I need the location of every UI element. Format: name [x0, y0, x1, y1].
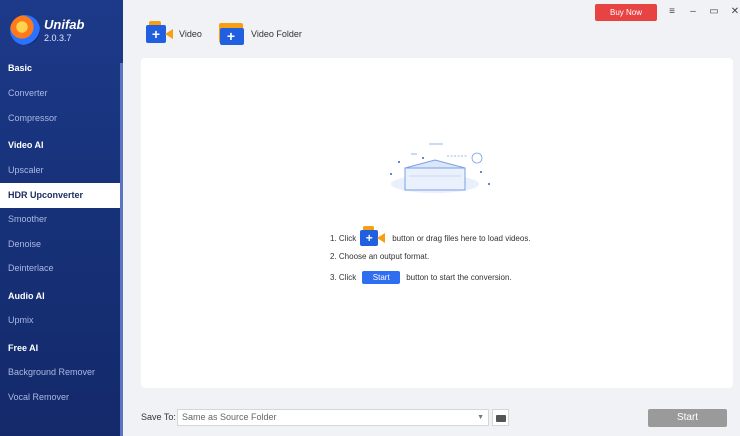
section-basic: Basic — [8, 63, 33, 73]
step1-prefix: 1. Click — [330, 233, 357, 243]
section-audio-ai: Audio AI — [8, 291, 45, 301]
menu-icon[interactable]: ≡ — [664, 4, 680, 20]
save-to-value: Same as Source Folder — [182, 412, 277, 422]
sidebar-item-background-remover[interactable]: Background Remover — [0, 360, 121, 385]
app-version: 2.0.3.7 — [44, 33, 72, 43]
instruction-step-2: 2. Choose an output format. — [330, 252, 430, 261]
sidebar-item-upscaler[interactable]: Upscaler — [0, 158, 121, 183]
step1-suffix: button or drag files here to load videos… — [392, 233, 531, 243]
sidebar-scrollbar[interactable] — [120, 63, 123, 436]
save-to-label: Save To: — [141, 412, 176, 422]
instruction-step-3: 3. Click Start button to start the conve… — [330, 271, 512, 284]
step3-prefix: 3. Click — [330, 273, 357, 282]
sidebar-item-smoother[interactable]: Smoother — [0, 207, 121, 232]
section-video-ai: Video AI — [8, 140, 44, 150]
buy-now-button[interactable]: Buy Now — [595, 4, 657, 21]
add-folder-button[interactable]: + Video Folder — [219, 22, 302, 46]
sidebar-item-vocal-remover[interactable]: Vocal Remover — [0, 385, 121, 410]
add-video-icon: + — [146, 21, 173, 45]
chevron-down-icon: ▼ — [477, 414, 484, 421]
step3-suffix: button to start the conversion. — [406, 273, 512, 282]
sidebar-item-compressor[interactable]: Compressor — [0, 106, 121, 131]
empty-box-illustration-icon — [390, 143, 490, 193]
instruction-step-1: 1. Click + button or drag files here to … — [330, 226, 531, 248]
sidebar-item-upmix[interactable]: Upmix — [0, 308, 121, 333]
start-chip: Start — [362, 271, 401, 284]
app-name: Unifab — [44, 17, 85, 32]
add-video-label: Video — [179, 29, 202, 39]
maximize-icon[interactable]: ▭ — [706, 4, 722, 20]
drop-zone[interactable]: 1. Click + button or drag files here to … — [141, 58, 733, 388]
save-to-dropdown[interactable]: Same as Source Folder ▼ — [177, 409, 489, 426]
add-video-button[interactable]: + Video — [146, 21, 202, 46]
browse-folder-button[interactable] — [492, 409, 509, 426]
sidebar-item-deinterlace[interactable]: Deinterlace — [0, 256, 121, 281]
unifab-logo-icon — [10, 15, 40, 45]
add-video-inline-icon: + — [360, 226, 386, 248]
add-folder-label: Video Folder — [251, 29, 302, 39]
sidebar-item-converter[interactable]: Converter — [0, 81, 121, 106]
minimize-icon[interactable]: – — [685, 4, 701, 20]
close-icon[interactable]: ✕ — [727, 4, 740, 20]
sidebar-item-hdr-upconverter[interactable]: HDR Upconverter — [0, 183, 121, 208]
start-button[interactable]: Start — [648, 409, 727, 427]
sidebar: Unifab 2.0.3.7 Basic Converter Compresso… — [0, 0, 123, 436]
sidebar-item-denoise[interactable]: Denoise — [0, 232, 121, 257]
section-free-ai: Free AI — [8, 343, 39, 353]
folder-icon — [496, 415, 506, 422]
add-folder-icon: + — [219, 23, 245, 45]
